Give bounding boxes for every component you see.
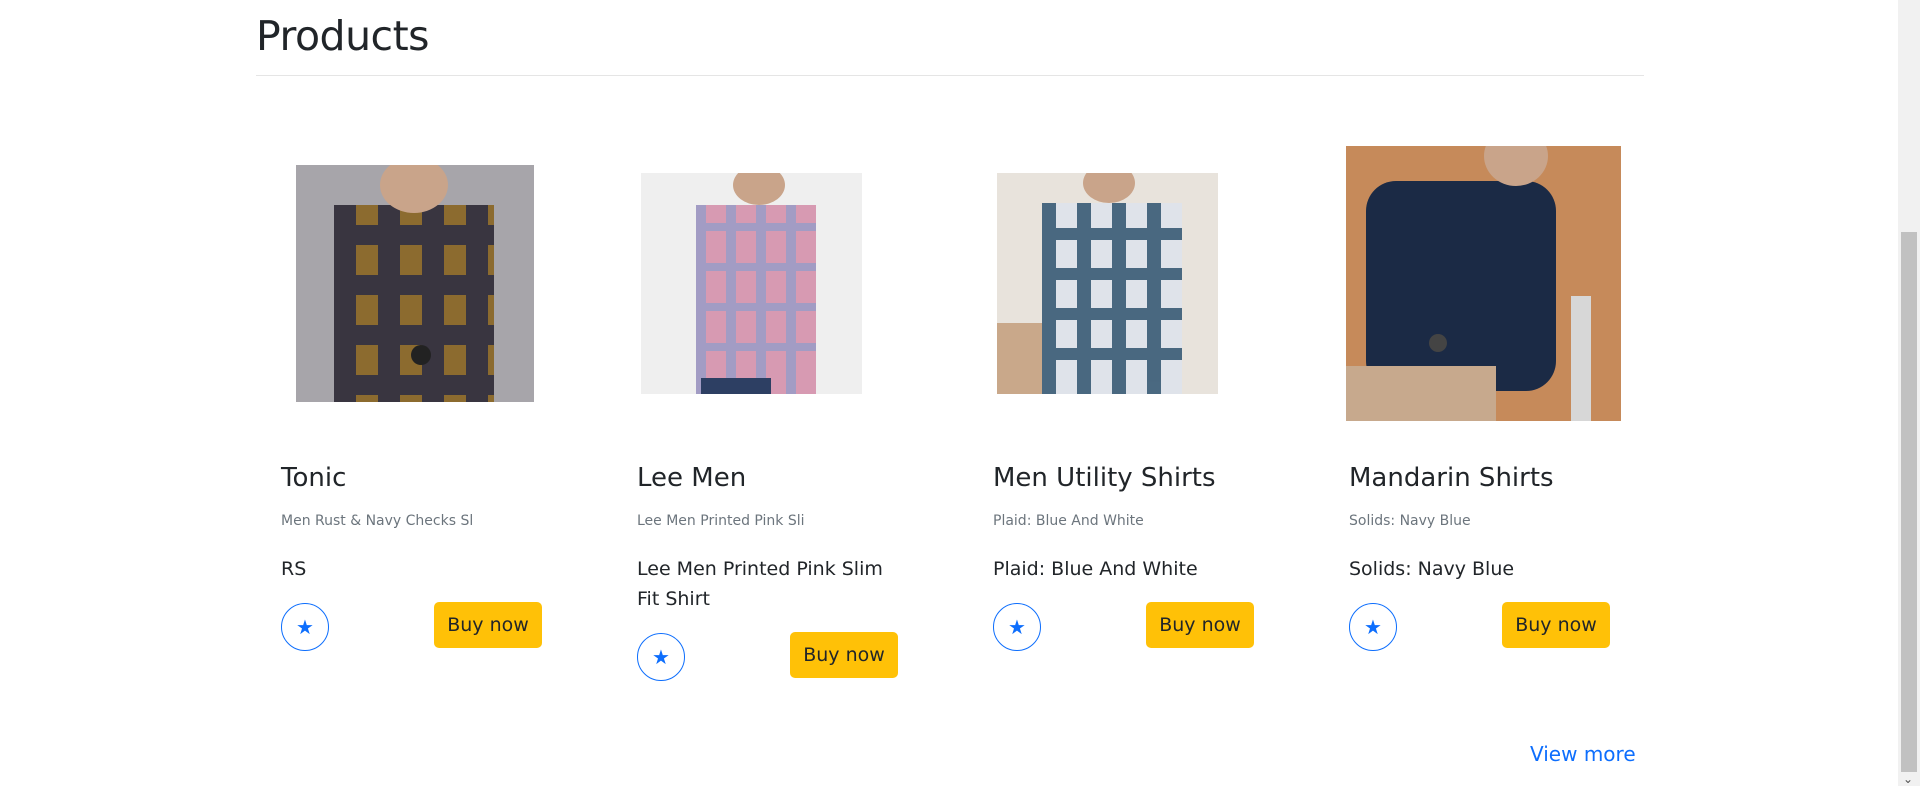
product-photo (296, 165, 534, 402)
star-icon: ★ (1008, 616, 1026, 639)
product-description: Plaid: Blue And White (993, 558, 1198, 580)
favorite-button[interactable]: ★ (1349, 603, 1397, 651)
product-photo (641, 173, 862, 394)
product-image[interactable] (968, 140, 1288, 430)
product-image[interactable] (612, 140, 932, 430)
favorite-button[interactable]: ★ (993, 603, 1041, 651)
buy-now-button[interactable]: Buy now (790, 632, 898, 678)
product-image[interactable] (1324, 140, 1644, 430)
product-photo (1346, 146, 1621, 421)
star-icon: ★ (296, 616, 314, 639)
product-description: Lee Men Printed Pink Slim Fit Shirt (637, 558, 883, 610)
title-divider (256, 75, 1644, 76)
star-icon: ★ (1364, 616, 1382, 639)
scrollbar-thumb[interactable] (1901, 232, 1917, 772)
favorite-button[interactable]: ★ (637, 633, 685, 681)
product-photo (997, 173, 1218, 394)
page-scrollbar[interactable]: ⌄ (1898, 0, 1920, 786)
product-title[interactable]: Men Utility Shirts (993, 463, 1216, 493)
buy-now-button[interactable]: Buy now (1502, 602, 1610, 648)
view-more-link[interactable]: View more (1530, 742, 1636, 766)
buy-now-button[interactable]: Buy now (434, 602, 542, 648)
star-icon: ★ (652, 646, 670, 669)
product-subtitle: Solids: Navy Blue (1349, 513, 1471, 529)
product-subtitle: Plaid: Blue And White (993, 513, 1144, 529)
product-title[interactable]: Tonic (281, 463, 346, 493)
product-description: Solids: Navy Blue (1349, 558, 1515, 580)
scroll-down-arrow-icon[interactable]: ⌄ (1903, 772, 1913, 786)
product-title[interactable]: Mandarin Shirts (1349, 463, 1554, 493)
buy-now-button[interactable]: Buy now (1146, 602, 1254, 648)
page-title: Products (256, 12, 430, 60)
product-description: RS (281, 558, 307, 580)
product-image[interactable] (256, 140, 576, 430)
product-subtitle: Men Rust & Navy Checks Sl (281, 513, 474, 529)
favorite-button[interactable]: ★ (281, 603, 329, 651)
product-title[interactable]: Lee Men (637, 463, 746, 493)
product-subtitle: Lee Men Printed Pink Sli (637, 513, 805, 529)
